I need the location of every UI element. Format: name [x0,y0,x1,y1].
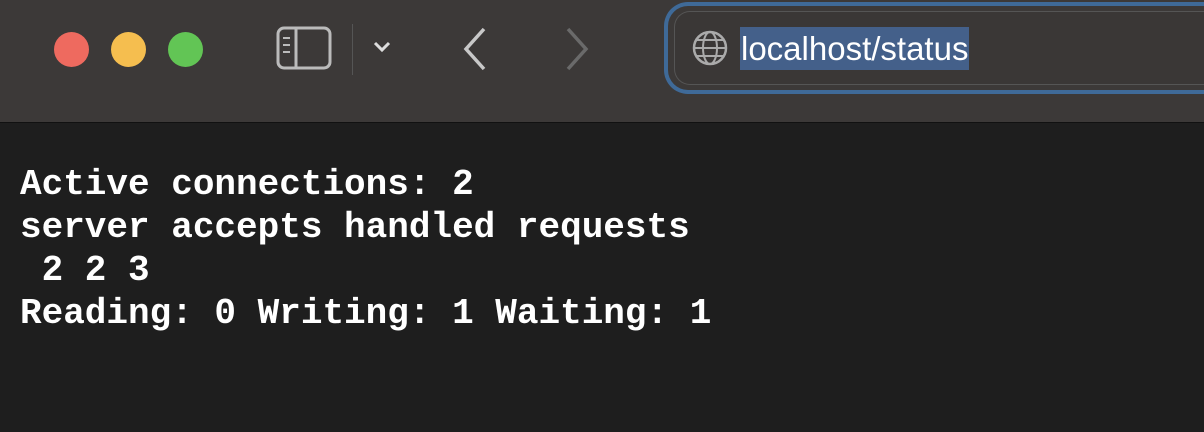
reading-writing-waiting-line: Reading: 0 Writing: 1 Waiting: 1 [20,293,712,334]
toolbar-divider [352,24,353,75]
forward-icon[interactable] [562,26,592,72]
sidebar-toggle-icon[interactable] [276,26,334,72]
back-icon[interactable] [460,26,490,72]
active-connections-line: Active connections: 2 [20,164,474,205]
close-window-button[interactable] [54,32,89,67]
chevron-down-icon[interactable] [372,40,392,54]
globe-icon [692,30,728,66]
browser-toolbar: localhost/status [0,0,1204,123]
minimize-window-button[interactable] [111,32,146,67]
status-page-content: Active connections: 2 server accepts hand… [20,163,711,335]
counters-header-line: server accepts handled requests [20,207,690,248]
counters-values-line: 2 2 3 [20,250,150,291]
zoom-window-button[interactable] [168,32,203,67]
address-bar-url[interactable]: localhost/status [740,27,970,70]
